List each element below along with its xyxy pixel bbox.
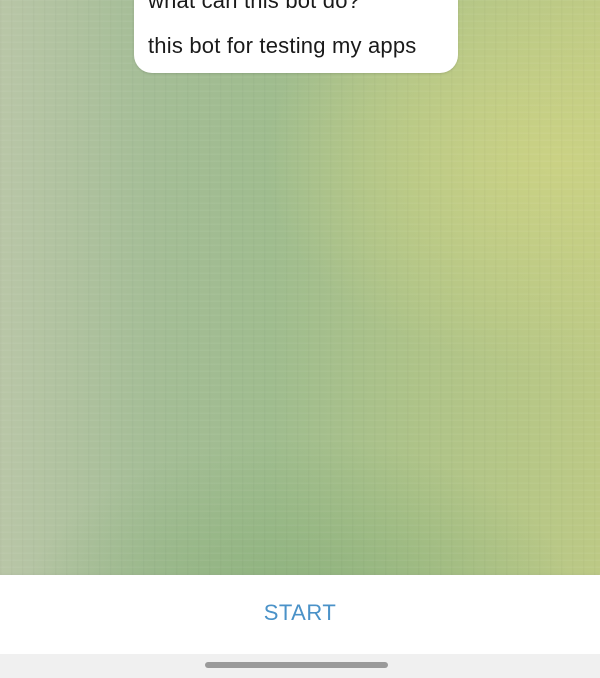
start-button[interactable]: START: [234, 590, 367, 636]
wallpaper-pattern: [0, 0, 600, 575]
bottom-action-bar: START: [0, 575, 600, 654]
system-navigation-bar: [0, 654, 600, 678]
bot-description-bubble[interactable]: what can this bot do? this bot for testi…: [134, 0, 458, 73]
message-text: this bot for testing my apps: [148, 33, 417, 58]
telegram-bot-screen: what can this bot do? this bot for testi…: [0, 0, 600, 678]
home-indicator[interactable]: [205, 662, 388, 668]
chat-background[interactable]: what can this bot do? this bot for testi…: [0, 0, 600, 575]
message-partial-line: what can this bot do?: [148, 0, 361, 13]
